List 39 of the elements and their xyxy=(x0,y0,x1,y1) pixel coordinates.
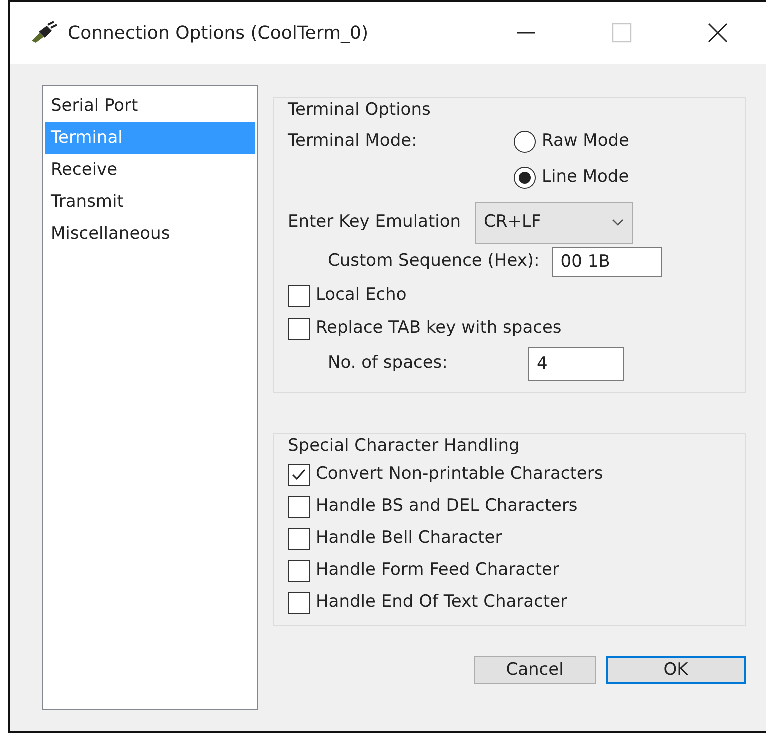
checkbox[interactable] xyxy=(288,592,310,614)
checkbox[interactable] xyxy=(288,528,310,550)
field-label: No. of spaces: xyxy=(328,352,449,375)
checkbox[interactable] xyxy=(288,496,310,518)
maximize-icon xyxy=(611,22,633,44)
minimize-icon xyxy=(517,32,535,34)
plug-icon xyxy=(30,21,58,45)
spaces-field[interactable]: 4 xyxy=(528,346,624,380)
enter-key-dropdown[interactable]: CR+LF xyxy=(475,202,634,244)
checkbox-label: Handle Bell Character xyxy=(316,527,502,550)
checkbox-label: Handle End Of Text Character xyxy=(316,591,568,614)
close-icon xyxy=(707,22,729,44)
ok-button[interactable]: OK xyxy=(606,656,746,684)
checkbox-label: Replace TAB key with spaces xyxy=(316,317,562,340)
checkbox-label: Handle Form Feed Character xyxy=(316,559,560,582)
radio-label: Line Mode xyxy=(542,166,630,189)
checkbox-label: Convert Non-printable Characters xyxy=(316,463,604,486)
cancel-button[interactable]: Cancel xyxy=(474,656,596,684)
radio-button[interactable] xyxy=(514,130,536,152)
radio-label: Raw Mode xyxy=(542,130,630,153)
checkbox-label: Local Echo xyxy=(316,284,407,308)
checkbox[interactable] xyxy=(288,560,310,582)
caret-icon xyxy=(612,218,624,226)
hex-field[interactable]: 00 1B xyxy=(552,246,662,276)
checkbox-label: Handle BS and DEL Characters xyxy=(316,495,578,518)
checkbox[interactable] xyxy=(288,285,310,307)
sidebar-item[interactable]: Transmit xyxy=(45,186,255,218)
radio-button[interactable] xyxy=(514,166,536,188)
checkbox[interactable] xyxy=(288,318,310,340)
checkbox[interactable] xyxy=(288,464,310,486)
window-title: Connection Options (CoolTerm_0) xyxy=(68,22,370,46)
sidebar-item[interactable]: Receive xyxy=(45,154,255,186)
field-label: Terminal Mode: xyxy=(288,130,418,153)
sidebar-item[interactable]: Serial Port xyxy=(45,90,255,122)
field-label: Custom Sequence (Hex): xyxy=(328,250,540,273)
dropdown-value: CR+LF xyxy=(484,210,542,234)
checkmark-icon xyxy=(291,467,307,483)
field-label: Enter Key Emulation xyxy=(288,210,462,234)
sidebar-item[interactable]: Miscellaneous xyxy=(45,218,255,250)
